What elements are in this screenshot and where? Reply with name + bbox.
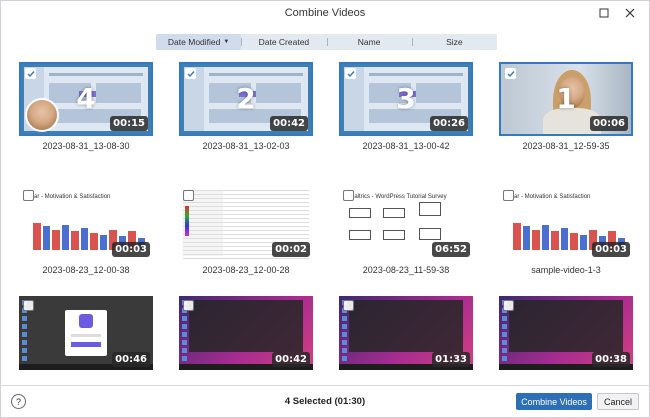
duration-badge: 00:06 — [590, 116, 628, 131]
video-thumbnail[interactable]: 00:42 — [179, 296, 313, 370]
cancel-button[interactable]: Cancel — [597, 393, 639, 410]
sort-bar: Date Modified ▼ Date Created Name Size — [156, 34, 497, 50]
duration-badge: 01:33 — [432, 352, 470, 367]
help-button[interactable]: ? — [11, 394, 26, 409]
video-tile[interactable]: 2 00:42 2023-08-31_13-02-03 — [179, 62, 313, 151]
video-thumbnail[interactable]: 3 00:26 — [339, 62, 473, 136]
video-tile[interactable]: tjar - Motivation & Satisfaction 00:03 202… — [19, 186, 153, 275]
sort-tab-date-modified[interactable]: Date Modified ▼ — [156, 34, 242, 50]
checkbox-checked[interactable] — [25, 68, 36, 79]
duration-badge: 06:52 — [432, 242, 470, 257]
duration-badge: 00:02 — [272, 242, 310, 257]
selection-order-number: 4 — [76, 81, 96, 115]
video-name: sample-video-1-3 — [531, 265, 601, 275]
video-tile[interactable]: 1 00:06 2023-08-31_12-59-35 — [499, 62, 633, 151]
duration-badge: 00:15 — [110, 116, 148, 131]
checkbox-checked[interactable] — [345, 68, 356, 79]
video-thumbnail[interactable]: tjar - Motivation & Satisfaction 00:03 — [499, 186, 633, 260]
video-thumbnail[interactable]: tjar - Motivation & Satisfaction 00:03 — [19, 186, 153, 260]
video-tile[interactable]: 00:38 — [499, 296, 633, 375]
video-name: 2023-08-23_11-59-38 — [362, 265, 450, 275]
selection-status: 4 Selected (01:30) — [284, 396, 366, 407]
checkbox[interactable] — [183, 190, 194, 201]
sort-tab-label: Size — [446, 37, 463, 47]
selection-order-number: 2 — [236, 81, 256, 115]
checkbox[interactable] — [23, 300, 34, 311]
thumbnail-heading: tjar - Motivation & Satisfaction — [31, 194, 111, 200]
footer-bar: ? 4 Selected (01:30) Combine Videos Canc… — [1, 385, 649, 417]
video-tile[interactable]: ualtrics - WordPress Tutorial Survey 06:5… — [339, 186, 473, 275]
video-thumbnail[interactable]: 00:46 — [19, 296, 153, 370]
selection-order-number: 1 — [556, 81, 576, 115]
video-thumbnail[interactable]: 01:33 — [339, 296, 473, 370]
duration-badge: 00:03 — [112, 242, 150, 257]
thumbnail-heading: tjar - Motivation & Satisfaction — [511, 194, 591, 200]
sort-tab-label: Date Modified — [167, 37, 221, 47]
dialog-title: Combine Videos — [284, 7, 366, 19]
checkbox[interactable] — [343, 300, 354, 311]
combine-videos-button[interactable]: Combine Videos — [516, 393, 592, 410]
video-name: 2023-08-31_13-08-30 — [42, 141, 130, 151]
sort-tab-label: Date Created — [258, 37, 310, 47]
checkbox-checked[interactable] — [505, 68, 516, 79]
video-thumbnail[interactable]: 1 00:06 — [499, 62, 633, 136]
duration-badge: 00:26 — [430, 116, 468, 131]
video-thumbnail[interactable]: 00:38 — [499, 296, 633, 370]
video-tile[interactable]: 01:33 — [339, 296, 473, 375]
duration-badge: 00:46 — [112, 352, 150, 367]
sort-tab-date-created[interactable]: Date Created — [241, 34, 326, 50]
thumbnail-heading: ualtrics - WordPress Tutorial Survey — [351, 194, 447, 200]
video-name: 2023-08-23_12-00-38 — [42, 265, 130, 275]
scrollbar[interactable] — [643, 61, 647, 381]
sort-tab-size[interactable]: Size — [411, 34, 497, 50]
video-tile[interactable]: 3 00:26 2023-08-31_13-00-42 — [339, 62, 473, 151]
caret-down-icon: ▼ — [223, 39, 230, 45]
title-bar: Combine Videos — [1, 1, 649, 25]
video-name: 2023-08-31_13-00-42 — [362, 141, 450, 151]
duration-badge: 00:38 — [592, 352, 630, 367]
video-thumbnail[interactable]: 4 00:15 — [19, 62, 153, 136]
video-thumbnail[interactable]: ualtrics - WordPress Tutorial Survey 06:5… — [339, 186, 473, 260]
checkbox[interactable] — [503, 190, 514, 201]
duration-badge: 00:42 — [270, 116, 308, 131]
selection-order-number: 3 — [396, 81, 416, 115]
sort-tab-label: Name — [357, 37, 381, 47]
video-tile[interactable]: tjar - Motivation & Satisfaction 00:03 sam… — [499, 186, 633, 275]
video-tile[interactable]: 4 00:15 2023-08-31_13-08-30 — [19, 62, 153, 151]
video-tile[interactable]: 00:46 — [19, 296, 153, 375]
maximize-icon[interactable] — [595, 4, 613, 22]
video-tile[interactable]: 00:02 2023-08-23_12-00-28 — [179, 186, 313, 275]
checkbox[interactable] — [503, 300, 514, 311]
video-name: 2023-08-31_12-59-35 — [522, 141, 610, 151]
checkbox[interactable] — [343, 190, 354, 201]
checkbox[interactable] — [183, 300, 194, 311]
video-name: 2023-08-23_12-00-28 — [202, 265, 290, 275]
combine-videos-dialog: Combine Videos Date Modified ▼ Date Crea… — [0, 0, 650, 418]
checkbox-checked[interactable] — [185, 68, 196, 79]
checkbox[interactable] — [23, 190, 34, 201]
video-tile[interactable]: 00:42 — [179, 296, 313, 375]
duration-badge: 00:42 — [272, 352, 310, 367]
duration-badge: 00:03 — [592, 242, 630, 257]
video-grid: 4 00:15 2023-08-31_13-08-30 2 00:42 2023-08-3… — [19, 62, 633, 384]
sort-tab-name[interactable]: Name — [326, 34, 412, 50]
close-icon[interactable] — [621, 4, 639, 22]
video-name: 2023-08-31_13-02-03 — [202, 141, 290, 151]
video-thumbnail[interactable]: 00:02 — [179, 186, 313, 260]
video-thumbnail[interactable]: 2 00:42 — [179, 62, 313, 136]
